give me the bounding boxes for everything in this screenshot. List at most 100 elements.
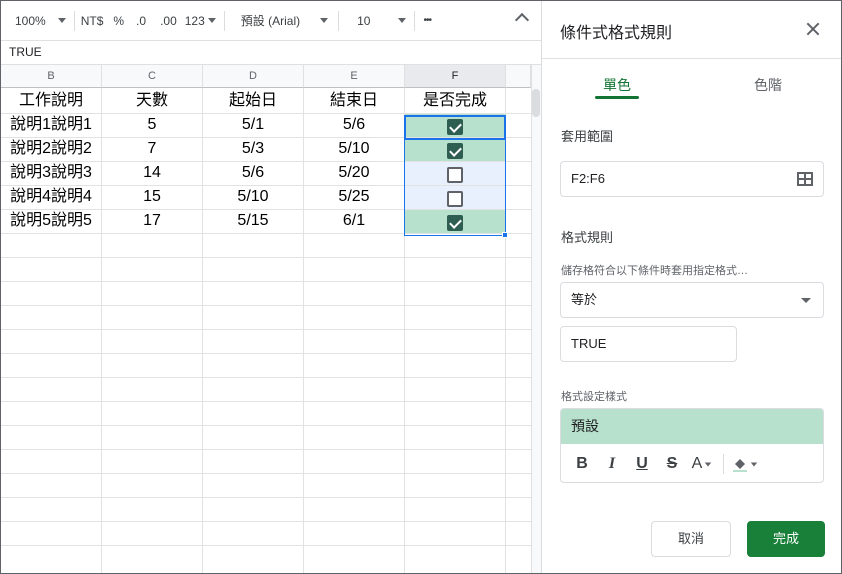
cell-days[interactable]: 17	[102, 209, 202, 233]
cell-days[interactable]: 5	[102, 113, 202, 137]
cell-end[interactable]: 6/1	[304, 209, 404, 233]
cell-description[interactable]: 說明3說明3	[1, 161, 101, 185]
cell-description[interactable]: 說明2說明2	[1, 137, 101, 161]
range-input[interactable]: F2:F6	[560, 161, 824, 197]
currency-format-button[interactable]: NT$	[81, 1, 104, 40]
percent-format-button[interactable]: %	[113, 1, 124, 40]
style-preview-text: 預設	[571, 418, 599, 434]
cell-days[interactable]: 7	[102, 137, 202, 161]
cell-start[interactable]: 5/6	[203, 161, 303, 185]
grid-line	[1, 353, 531, 354]
currency-label: NT$	[80, 13, 104, 28]
font-select[interactable]: 預設 (Arial)	[240, 1, 329, 40]
fill-color-button[interactable]	[732, 451, 758, 477]
grid-line	[1, 401, 531, 402]
formula-bar[interactable]: TRUE	[1, 41, 541, 65]
cell-end[interactable]: 5/6	[304, 113, 404, 137]
formula-value: TRUE	[9, 45, 42, 59]
column-header-d[interactable]: D	[203, 65, 304, 88]
toolbar: 100% NT$ % .0 .00 123 預設 (Arial) 10 •••	[1, 1, 541, 41]
cancel-button[interactable]: 取消	[651, 521, 731, 557]
value-text: TRUE	[571, 336, 607, 351]
panel-divider	[542, 58, 841, 59]
font-name: 預設 (Arial)	[240, 14, 301, 28]
fill-handle[interactable]	[502, 232, 508, 238]
tab-color-scale[interactable]: 色階	[728, 75, 808, 95]
cell-days[interactable]: 14	[102, 161, 202, 185]
cell-start[interactable]: 5/15	[203, 209, 303, 233]
grid-line	[1, 425, 531, 426]
active-cell	[404, 115, 506, 140]
grid-line	[1, 473, 531, 474]
grid-line	[1, 305, 531, 306]
percent-label: %	[113, 13, 125, 28]
decrease-decimal-button[interactable]: .0	[136, 1, 146, 40]
cell-description[interactable]: 說明1說明1	[1, 113, 101, 137]
tab-single-color[interactable]: 單色	[577, 75, 657, 95]
close-icon[interactable]	[804, 20, 822, 38]
cell-start[interactable]: 5/1	[203, 113, 303, 137]
cell-description[interactable]: 說明5說明5	[1, 209, 101, 233]
chevron-down-icon	[207, 18, 216, 23]
strikethrough-button[interactable]: S	[659, 451, 685, 477]
grid-line	[1, 377, 531, 378]
collapse-toolbar-icon[interactable]	[514, 12, 530, 28]
cell-end[interactable]: 5/10	[304, 137, 404, 161]
more-formats-button[interactable]: 123	[185, 1, 216, 40]
grid-line	[1, 545, 531, 546]
bold-button[interactable]: B	[569, 451, 595, 477]
grid-line	[1, 497, 531, 498]
cell-end[interactable]: 5/20	[304, 161, 404, 185]
column-header-e[interactable]: E	[304, 65, 405, 88]
header-cell-start[interactable]: 起始日	[203, 89, 303, 113]
column-header-g[interactable]	[506, 65, 531, 88]
range-value: F2:F6	[571, 171, 605, 186]
increase-decimal-label: .00	[160, 13, 177, 28]
chevron-down-icon	[57, 18, 66, 23]
header-cell-days[interactable]: 天數	[102, 89, 202, 113]
done-button[interactable]: 完成	[747, 521, 825, 557]
cell-description[interactable]: 說明4說明4	[1, 185, 101, 209]
increase-decimal-button[interactable]: .00	[160, 1, 177, 40]
value-input[interactable]: TRUE	[560, 326, 737, 362]
grid-line	[1, 257, 531, 258]
cell-days[interactable]: 15	[102, 185, 202, 209]
text-color-button[interactable]: A	[689, 451, 715, 477]
select-range-icon[interactable]	[797, 172, 813, 186]
toolbar-divider	[414, 10, 416, 31]
scrollbar-thumb[interactable]	[532, 89, 540, 117]
toolbar-divider	[223, 10, 225, 31]
italic-button[interactable]: I	[599, 451, 625, 477]
more-formats-label: 123	[184, 13, 205, 28]
header-cell-description[interactable]: 工作說明	[1, 89, 101, 113]
toolbar-divider	[338, 10, 340, 31]
column-header-c[interactable]: C	[102, 65, 203, 88]
font-size-select[interactable]: 10	[357, 1, 407, 40]
underline-button[interactable]: U	[629, 451, 655, 477]
format-rules-label: 格式規則	[561, 230, 614, 245]
format-toolbar: B I U S A	[561, 445, 823, 482]
cell-start[interactable]: 5/10	[203, 185, 303, 209]
toolbar-divider	[73, 10, 75, 31]
window-frame: 100% NT$ % .0 .00 123 預設 (Arial) 10 ••• …	[0, 0, 842, 574]
format-toolbar-divider	[723, 454, 724, 474]
column-header-b[interactable]: B	[1, 65, 102, 88]
decrease-decimal-label: .0	[136, 13, 147, 28]
condition-dropdown[interactable]: 等於	[560, 282, 824, 318]
panel-title: 條件式格式規則	[560, 25, 673, 42]
chevron-down-icon	[320, 18, 329, 23]
grid-line	[1, 329, 531, 330]
zoom-select[interactable]: 100%	[1, 1, 66, 40]
more-options-button[interactable]: •••	[423, 1, 431, 40]
cell-start[interactable]: 5/3	[203, 137, 303, 161]
chevron-down-icon	[705, 462, 712, 466]
cell-end[interactable]: 5/25	[304, 185, 404, 209]
header-cell-done[interactable]: 是否完成	[405, 89, 505, 113]
vertical-scrollbar[interactable]	[531, 65, 541, 573]
style-preview[interactable]: 預設	[561, 409, 823, 444]
column-header-f[interactable]: F	[405, 65, 506, 88]
text-color-icon: A	[691, 455, 703, 472]
header-cell-end[interactable]: 結束日	[304, 89, 404, 113]
font-size-value: 10	[357, 13, 371, 28]
format-style-box: 預設 B I U S A	[560, 408, 824, 483]
